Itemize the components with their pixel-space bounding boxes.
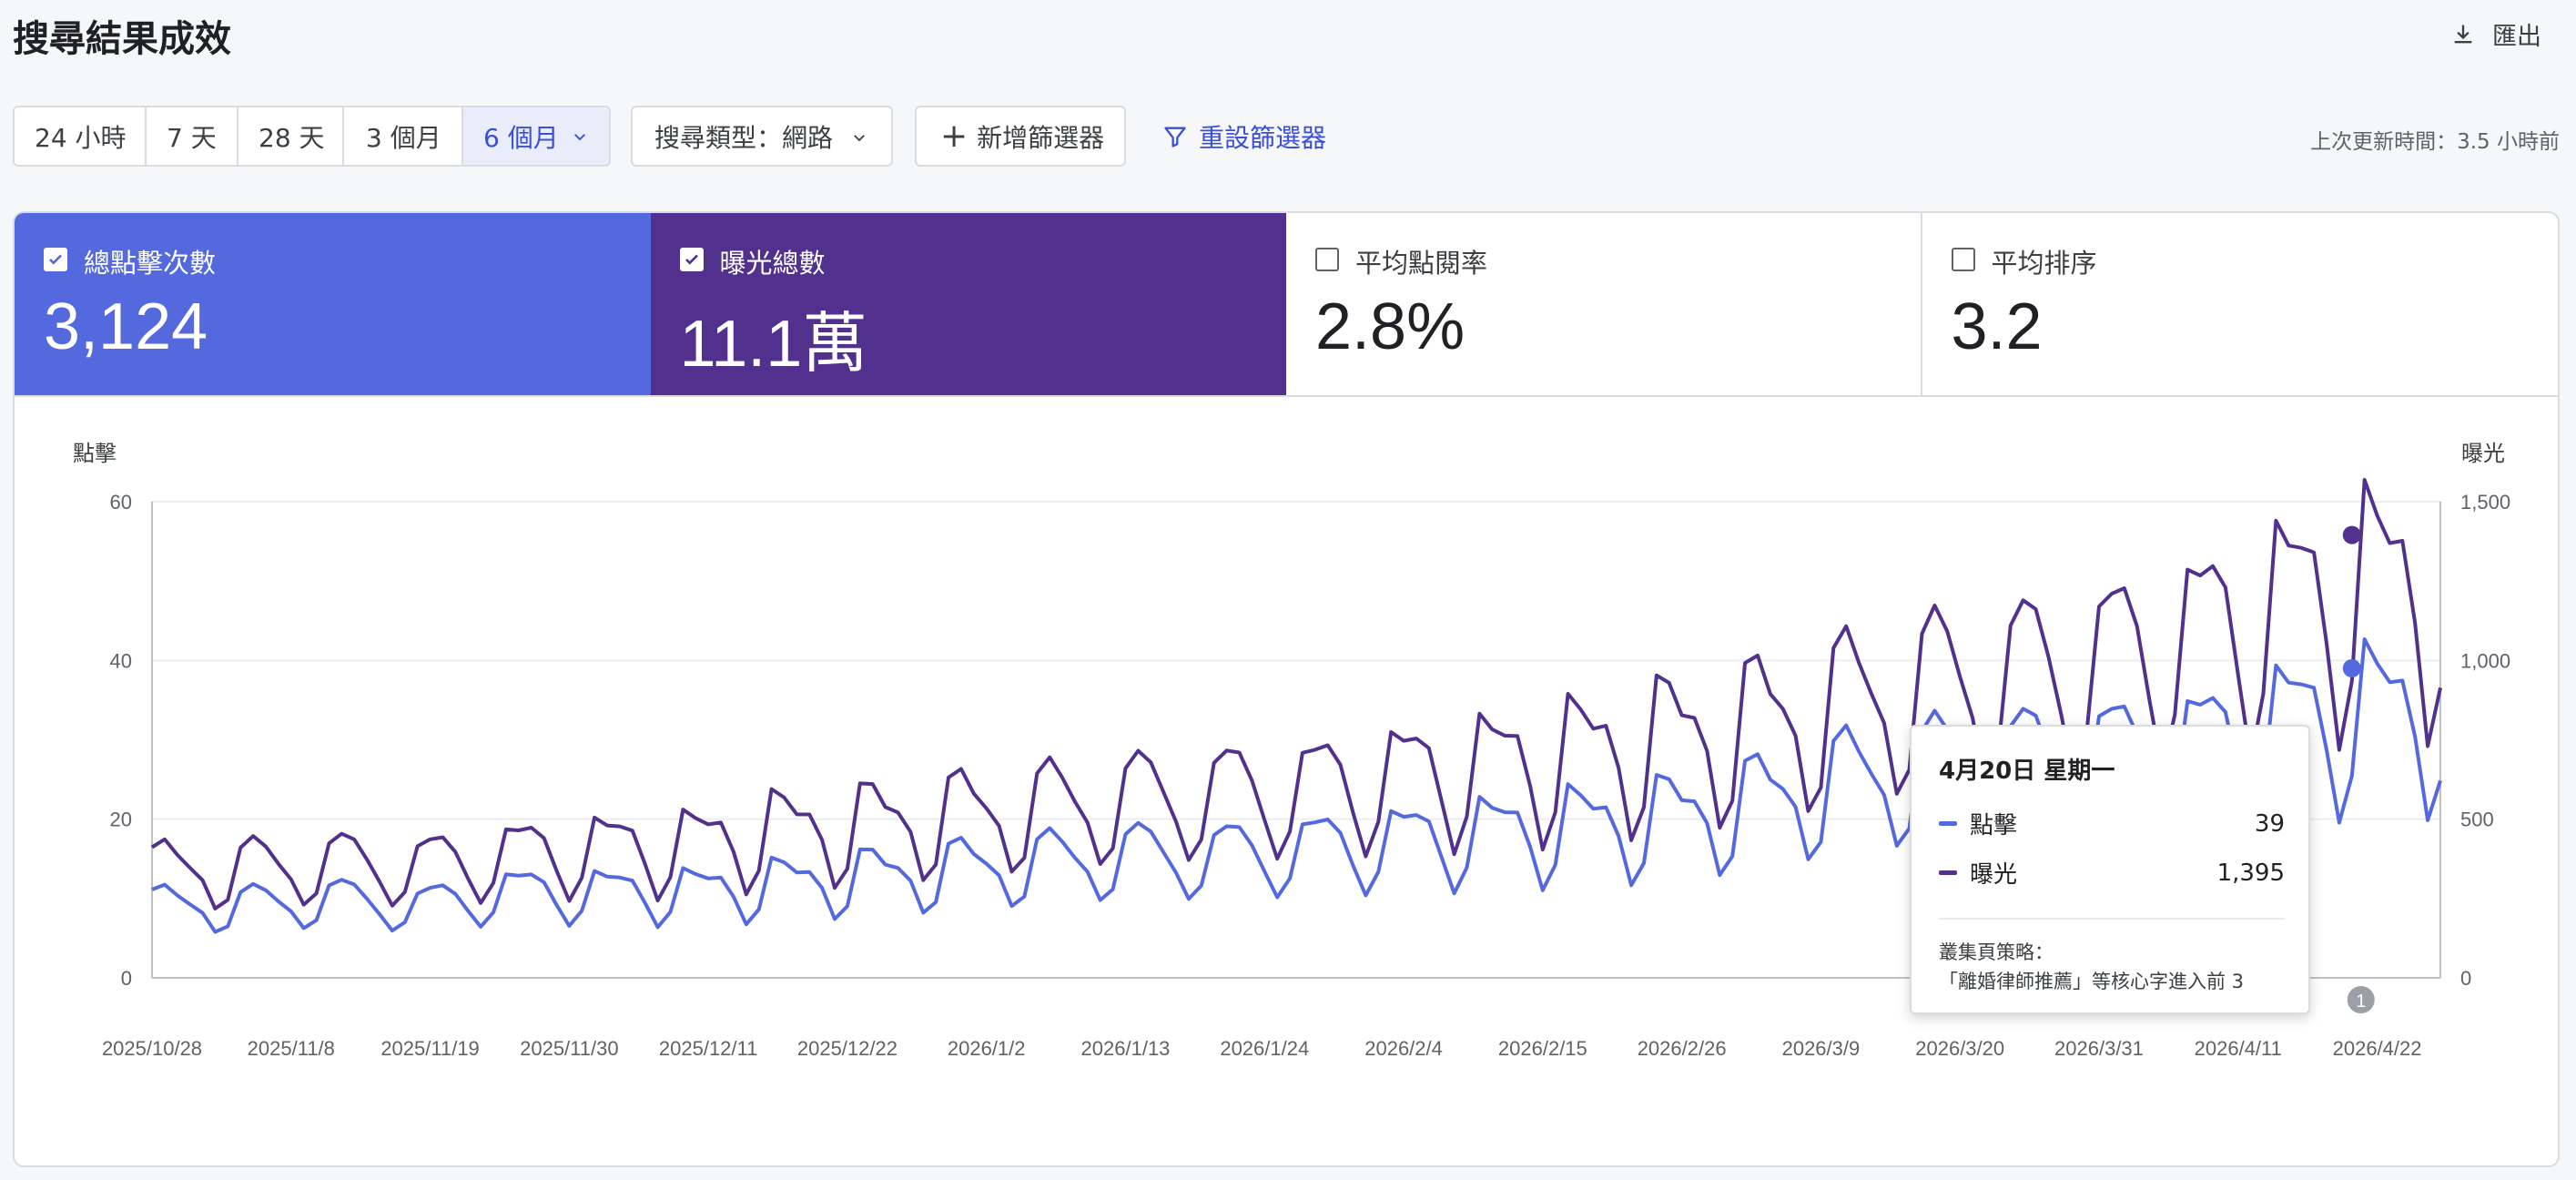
x-tick-label: 2026/4/22 [2333,1037,2422,1060]
performance-chart[interactable]: 0 020 50040 1,00060 1,500點擊 曝光2025/10/28 2025/… [15,213,2560,1167]
tooltip-note: 「離婚律師推薦」等核心字進入前 3 [1939,971,2245,992]
x-tick-label: 2025/11/8 [248,1037,335,1060]
range-6m-label: 6 個月 [483,122,559,153]
x-tick-label: 2025/11/19 [380,1037,479,1060]
x-tick-label: 2026/4/11 [2195,1037,2282,1060]
y-axis-label-left: 點擊 [73,441,117,466]
impressions-highlight-point [2342,525,2361,544]
y-tick-right: 0 [2460,967,2471,990]
x-tick-label: 2025/12/22 [797,1037,898,1060]
y-tick-left: 0 [121,967,132,990]
tooltip-date: 4月20日 星期一 [1939,758,2115,785]
x-tick-label: 2026/1/2 [948,1037,1026,1060]
x-tick-label: 2026/3/20 [1915,1037,2004,1060]
tooltip-row-impressions: 曝光 1,395 [1939,856,2285,890]
x-tick-label: 2026/2/26 [1638,1037,1727,1060]
performance-panel: 總點擊次數 3,124 曝光總數 11.1萬 平均點閱率 2.8% 平均排序 3… [13,211,2560,1167]
date-range-selector: 24 小時 7 天 28 天 3 個月 6 個月 [13,106,611,167]
filter-icon [1164,127,1186,148]
x-tick-label: 2025/10/28 [102,1037,202,1060]
range-28d-button[interactable]: 28 天 [238,107,344,165]
y-tick-right: 500 [2460,809,2494,831]
x-tick-label: 2026/2/15 [1498,1037,1587,1060]
y-tick-left: 20 [110,809,132,831]
impressions-swatch [1939,870,1957,875]
x-tick-label: 2026/3/31 [2054,1037,2144,1060]
chevron-down-icon [573,133,585,140]
y-tick-left: 40 [110,649,132,672]
clicks-swatch [1939,821,1957,826]
download-icon [2454,25,2472,43]
x-tick-label: 2025/11/30 [520,1037,618,1060]
plus-icon: + [940,117,969,155]
range-7d-button[interactable]: 7 天 [147,107,238,165]
tooltip-series-name: 曝光 [1970,861,2018,889]
x-tick-label: 2026/2/4 [1364,1037,1443,1060]
tooltip-series-name: 點擊 [1970,812,2018,839]
x-tick-label: 2026/1/24 [1220,1037,1309,1060]
range-24h-button[interactable]: 24 小時 [15,107,147,165]
reset-filter-button[interactable]: 重設篩選器 [1162,118,1326,155]
tooltip-series-value: 39 [2254,809,2285,838]
x-tick-label: 2026/3/9 [1782,1037,1861,1060]
tooltip-divider [1939,918,2285,920]
add-filter-label: 新增篩選器 [977,122,1105,153]
export-label: 匯出 [2492,23,2541,51]
x-tick-label: 2025/12/11 [659,1037,757,1060]
chevron-down-icon [854,135,865,142]
export-button[interactable]: 匯出 [2450,16,2541,52]
x-tick-label: 2026/1/13 [1081,1037,1171,1060]
annotation-marker-label: 1 [2356,992,2366,1012]
chart-tooltip: 4月20日 星期一 點擊 39 曝光 1,395 叢集頁策略： 「離婚律師推薦」… [1910,725,2310,1014]
last-updated-text: 上次更新時間：3.5 小時前 [2310,130,2560,154]
y-tick-left: 60 [110,491,132,514]
clicks-highlight-point [2342,659,2361,678]
add-filter-button[interactable]: + 新增篩選器 [915,106,1126,167]
search-type-label: 搜尋類型：網路 [654,122,834,153]
range-3m-button[interactable]: 3 個月 [344,107,463,165]
tooltip-note-title: 叢集頁策略： [1939,941,2054,963]
y-tick-right: 1,000 [2460,649,2510,672]
tooltip-row-clicks: 點擊 39 [1939,807,2285,840]
range-6m-button[interactable]: 6 個月 [463,107,609,165]
reset-filter-label: 重設篩選器 [1199,123,1327,153]
y-axis-label-right: 曝光 [2461,441,2505,466]
search-type-dropdown[interactable]: 搜尋類型：網路 [631,106,893,167]
tooltip-series-value: 1,395 [2216,859,2285,887]
y-tick-right: 1,500 [2460,491,2510,514]
page-title: 搜尋結果成效 [13,18,231,60]
